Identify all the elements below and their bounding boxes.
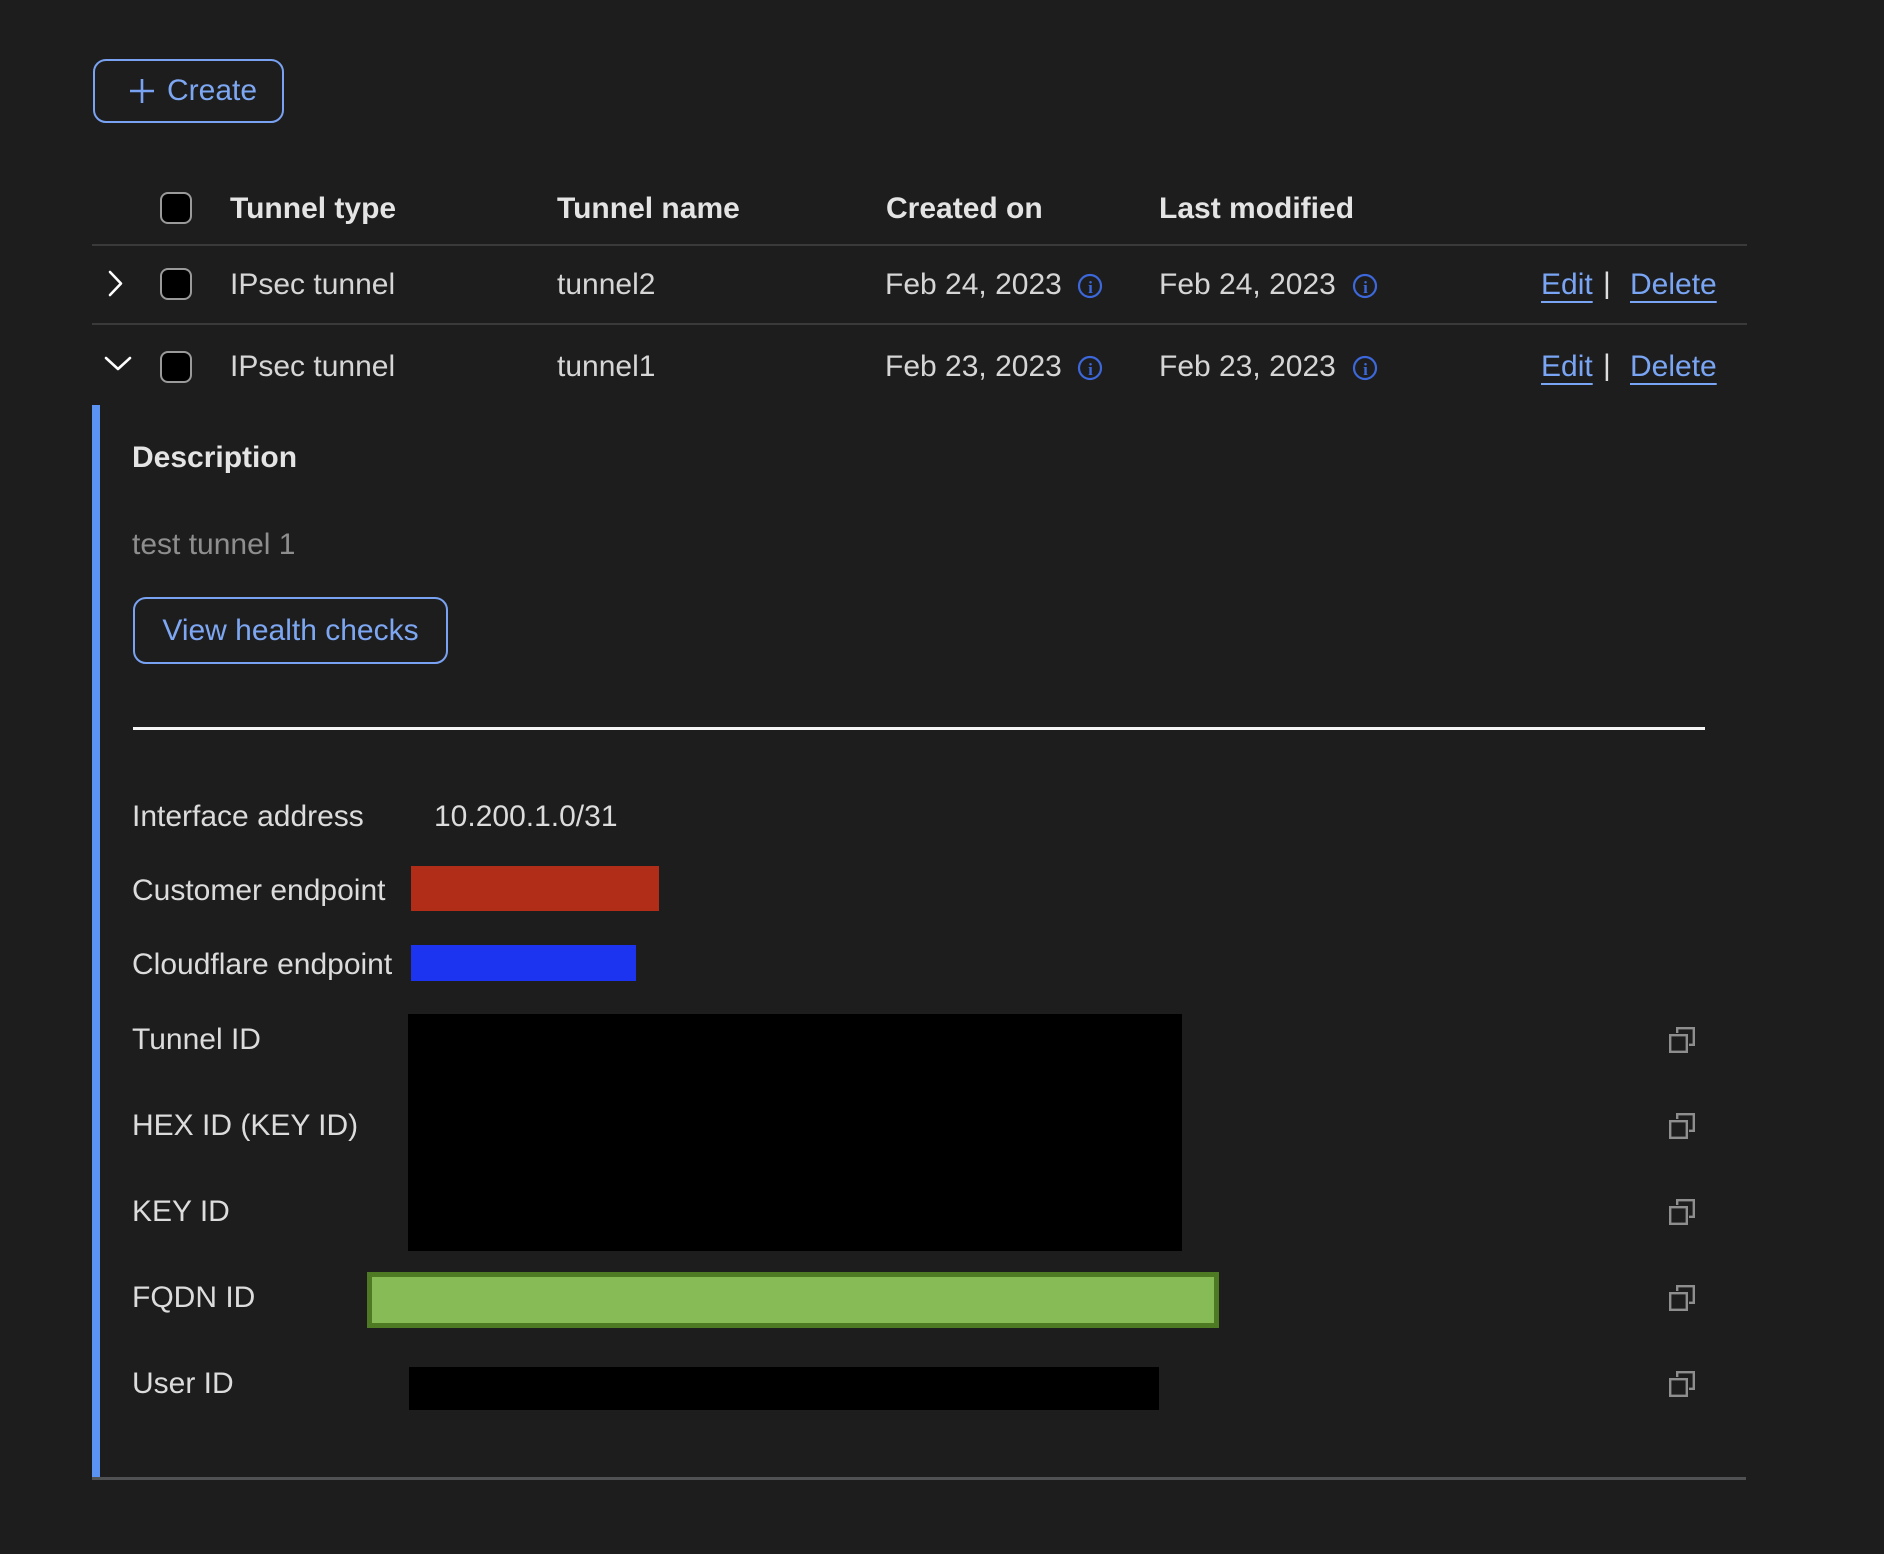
svg-text:i: i — [1088, 278, 1093, 297]
svg-text:i: i — [1088, 360, 1093, 379]
svg-text:i: i — [1363, 360, 1368, 379]
svg-text:i: i — [1363, 278, 1368, 297]
